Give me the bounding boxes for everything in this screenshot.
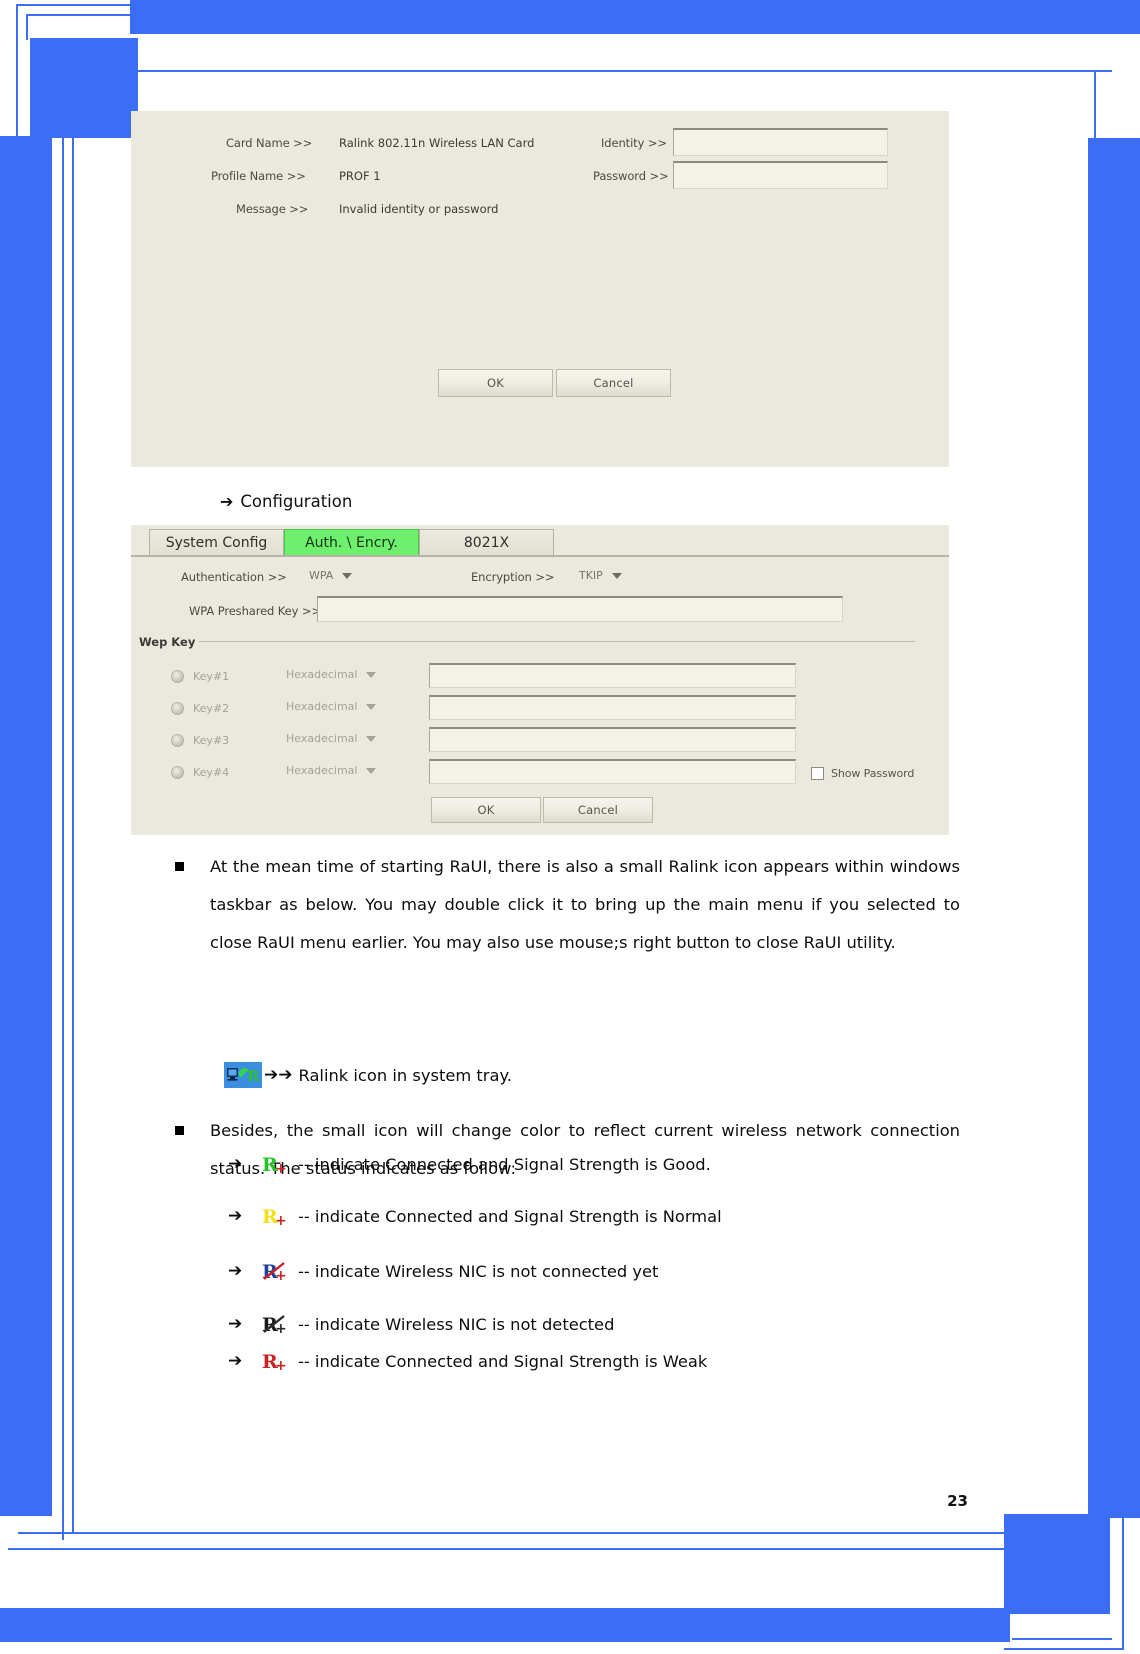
show-password-label: Show Password: [831, 767, 915, 780]
authentication-value: WPA: [309, 569, 334, 582]
configuration-dialog-screenshot: System Config Auth. \ Encry. 8021X Authe…: [131, 525, 949, 835]
status-legend-row-not-connected: ➔ R + -- indicate Wireless NIC is not co…: [228, 1259, 659, 1284]
chevron-down-icon: [366, 735, 377, 742]
wep-key4-format-select[interactable]: Hexadecimal: [286, 764, 401, 777]
password-input[interactable]: [673, 161, 888, 189]
wep-key2-radio[interactable]: [171, 702, 184, 715]
wep-key1-radio[interactable]: [171, 670, 184, 683]
message-label: Message >>: [236, 202, 309, 216]
wep-key2-label: Key#2: [193, 702, 230, 715]
wep-key4-format-value: Hexadecimal: [286, 764, 358, 777]
svg-text:+: +: [275, 1213, 287, 1228]
password-label: Password >>: [593, 169, 669, 183]
wep-key2-format-value: Hexadecimal: [286, 700, 358, 713]
wep-key3-input[interactable]: [429, 727, 796, 752]
square-bullet-icon: [175, 1126, 184, 1135]
arrow-right-icon: ➔: [228, 1261, 243, 1281]
bullet-2-text: Besides, the small icon will change colo…: [210, 1121, 960, 1178]
arrow-right-icon: ➔: [228, 1154, 243, 1174]
tab-8021x[interactable]: 8021X: [419, 529, 554, 555]
arrow-right-icon: ➔: [228, 1314, 243, 1334]
status-legend-row-not-detected: ➔ R + -- indicate Wireless NIC is not de…: [228, 1312, 615, 1337]
wep-key1-format-select[interactable]: Hexadecimal: [286, 668, 401, 681]
wep-key2-input[interactable]: [429, 695, 796, 720]
identity-label: Identity >>: [601, 136, 667, 150]
card-name-label: Card Name >>: [226, 136, 313, 150]
bullet-item-taskbar-icon: At the mean time of starting RaUI, there…: [175, 848, 960, 962]
profile-name-value: PROF 1: [339, 169, 381, 183]
identity-input[interactable]: [673, 128, 888, 156]
config-cancel-button[interactable]: Cancel: [543, 797, 653, 823]
svg-text:+: +: [275, 1358, 287, 1373]
ralink-r-yellow-icon: R +: [262, 1204, 288, 1229]
configuration-caption: ➔ Configuration: [220, 492, 352, 511]
wep-key1-input[interactable]: [429, 663, 796, 688]
wep-key4-radio[interactable]: [171, 766, 184, 779]
encryption-select[interactable]: TKIP: [579, 569, 689, 582]
configuration-caption-text: Configuration: [240, 492, 353, 511]
identity-cancel-button[interactable]: Cancel: [556, 369, 671, 397]
wpa-preshared-key-label: WPA Preshared Key >>: [189, 604, 321, 618]
bullet-1-text: At the mean time of starting RaUI, there…: [210, 857, 960, 952]
profile-name-label: Profile Name >>: [211, 169, 306, 183]
message-value: Invalid identity or password: [339, 202, 499, 216]
encryption-value: TKIP: [579, 569, 603, 582]
chevron-down-icon: [366, 703, 377, 710]
config-tabstrip: System Config Auth. \ Encry. 8021X: [131, 525, 949, 555]
status-legend-text-not-detected: -- indicate Wireless NIC is not detected: [298, 1314, 615, 1334]
chevron-down-icon: [342, 572, 353, 579]
square-bullet-icon: [175, 862, 184, 871]
chevron-down-icon: [366, 767, 377, 774]
page-number: 23: [947, 1492, 968, 1510]
status-legend-text-weak: -- indicate Connected and Signal Strengt…: [298, 1351, 708, 1371]
wep-key-group-title: Wep Key: [139, 635, 196, 649]
wep-key1-format-value: Hexadecimal: [286, 668, 358, 681]
status-legend-row-normal: ➔ R + -- indicate Connected and Signal S…: [228, 1204, 722, 1229]
wep-key1-label: Key#1: [193, 670, 230, 683]
arrow-right-icon: ➔: [228, 1351, 243, 1371]
arrow-right-icon: ➔: [228, 1206, 243, 1226]
authentication-label: Authentication >>: [181, 570, 287, 584]
wep-key4-label: Key#4: [193, 766, 230, 779]
wep-key3-format-select[interactable]: Hexadecimal: [286, 732, 401, 745]
wep-key3-radio[interactable]: [171, 734, 184, 747]
ralink-r-blue-crossed-icon: R +: [262, 1259, 288, 1284]
show-password-checkbox[interactable]: [811, 767, 824, 780]
status-legend-text-good: -- indicate Connected and Signal Strengt…: [298, 1154, 711, 1174]
wep-key2-format-select[interactable]: Hexadecimal: [286, 700, 401, 713]
wep-key3-label: Key#3: [193, 734, 230, 747]
identity-ok-button[interactable]: OK: [438, 369, 553, 397]
wep-key3-format-value: Hexadecimal: [286, 732, 358, 745]
chevron-down-icon: [366, 671, 377, 678]
config-ok-button[interactable]: OK: [431, 797, 541, 823]
wep-key4-input[interactable]: [429, 759, 796, 784]
status-legend-text-not-connected: -- indicate Wireless NIC is not connecte…: [298, 1261, 659, 1281]
tab-system-config[interactable]: System Config: [149, 529, 284, 555]
tabstrip-underline: [131, 555, 949, 557]
svg-text:+: +: [275, 1161, 287, 1176]
tab-auth-encry[interactable]: Auth. \ Encry.: [284, 529, 419, 555]
arrow-right-icon: ➔: [220, 492, 234, 511]
status-legend-text-normal: -- indicate Connected and Signal Strengt…: [298, 1206, 722, 1226]
ralink-r-red-icon: R +: [262, 1349, 288, 1374]
ralink-r-black-crossed-icon: R +: [262, 1312, 288, 1337]
wpa-preshared-key-input[interactable]: [317, 596, 843, 622]
page-content: Card Name >> Ralink 802.11n Wireless LAN…: [0, 0, 1140, 1654]
card-name-value: Ralink 802.11n Wireless LAN Card: [339, 136, 535, 150]
status-legend-row-good: ➔ R + -- indicate Connected and Signal S…: [228, 1152, 711, 1177]
authentication-select[interactable]: WPA: [309, 569, 419, 582]
encryption-label: Encryption >>: [471, 570, 555, 584]
status-legend-row-weak: ➔ R + -- indicate Connected and Signal S…: [228, 1349, 708, 1374]
ralink-r-green-icon: R +: [262, 1152, 288, 1177]
identity-dialog-screenshot: Card Name >> Ralink 802.11n Wireless LAN…: [131, 111, 949, 467]
chevron-down-icon: [611, 572, 622, 579]
wep-key-group-divider: [199, 641, 915, 642]
